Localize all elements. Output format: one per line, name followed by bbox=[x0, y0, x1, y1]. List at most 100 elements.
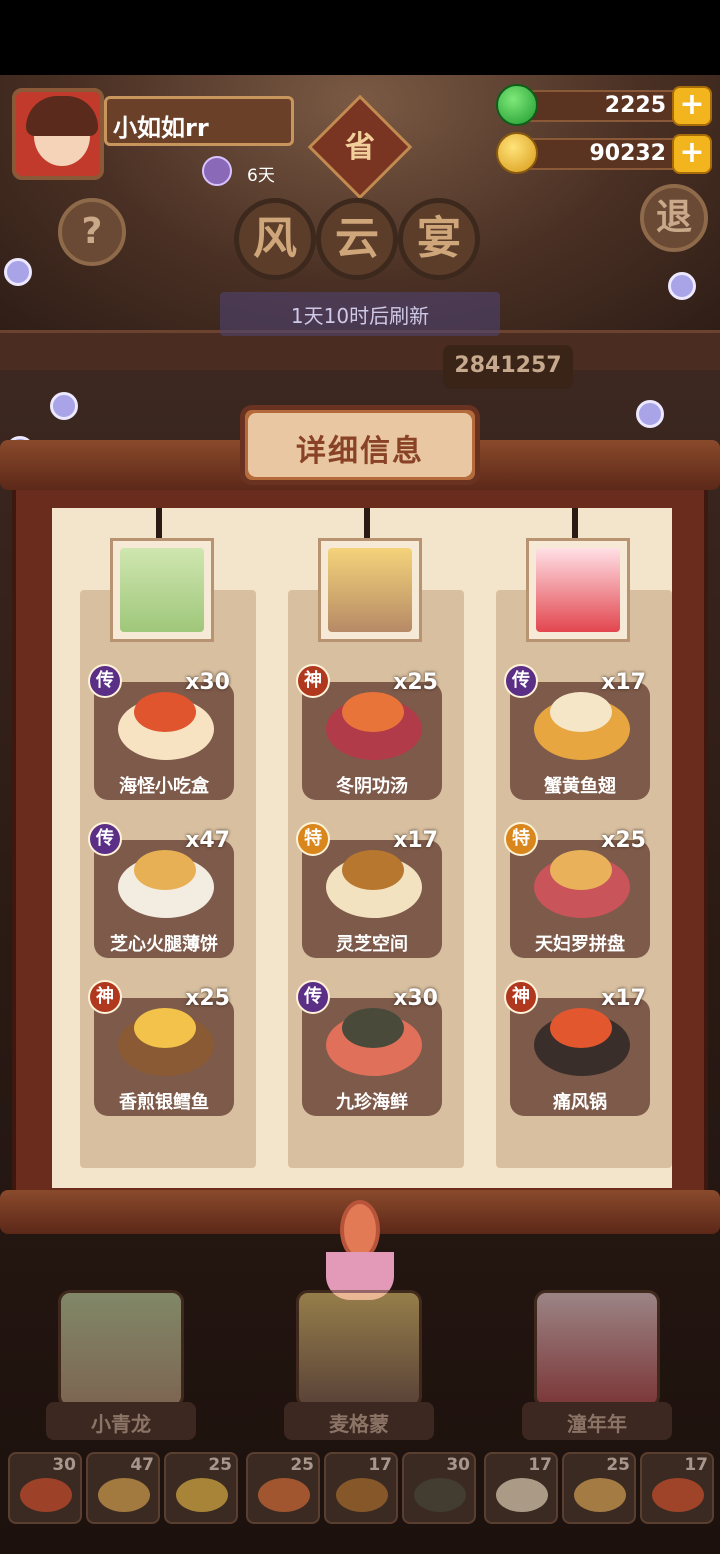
event-title-char: 云 bbox=[316, 198, 398, 280]
slot-count: 17 bbox=[368, 1455, 392, 1475]
jade-amount: 2225 bbox=[604, 93, 666, 118]
dish-name: 天妇罗拼盘 bbox=[535, 934, 625, 955]
grade-badge: 神 bbox=[296, 664, 330, 698]
character-portrait bbox=[318, 538, 422, 642]
dish-icon bbox=[550, 850, 612, 890]
help-button[interactable]: ? bbox=[58, 198, 126, 266]
dish-count: x47 bbox=[185, 828, 230, 853]
dish-icon bbox=[550, 1008, 612, 1048]
dish-name: 灵芝空间 bbox=[336, 934, 408, 955]
dish-icon bbox=[98, 1478, 150, 1512]
dish-icon bbox=[336, 1478, 388, 1512]
dish-card[interactable]: 传 x47 芝心火腿薄饼 bbox=[88, 822, 234, 958]
slot-count: 25 bbox=[208, 1455, 232, 1475]
dish-slot[interactable]: 25 bbox=[562, 1452, 636, 1524]
dish-slot[interactable]: 17 bbox=[324, 1452, 398, 1524]
dish-card[interactable]: 神 x17 痛风锅 bbox=[504, 980, 650, 1116]
dish-slot[interactable]: 17 bbox=[484, 1452, 558, 1524]
dish-name: 蟹黄鱼翅 bbox=[544, 776, 616, 797]
dish-card[interactable]: 特 x17 灵芝空间 bbox=[296, 822, 442, 958]
dish-name: 九珍海鲜 bbox=[336, 1092, 408, 1113]
add-coin-button[interactable]: + bbox=[672, 134, 712, 174]
province-label: 省 bbox=[345, 130, 375, 165]
character-name: 麦格蒙 bbox=[329, 1412, 389, 1436]
slot-count: 47 bbox=[130, 1455, 154, 1475]
jade-currency: 2225 + bbox=[496, 84, 712, 126]
slot-count: 30 bbox=[446, 1455, 470, 1475]
dish-count: x17 bbox=[601, 670, 646, 695]
dish-count: x25 bbox=[601, 828, 646, 853]
dish-count: x17 bbox=[393, 828, 438, 853]
flower-decoration bbox=[4, 258, 32, 286]
panel-title: 详细信息 bbox=[296, 434, 424, 469]
dish-icon bbox=[20, 1478, 72, 1512]
dish-slot[interactable]: 25 bbox=[246, 1452, 320, 1524]
character-card[interactable] bbox=[296, 1290, 422, 1408]
dish-icon bbox=[134, 1008, 196, 1048]
flower-decoration bbox=[668, 272, 696, 300]
dish-slot[interactable]: 30 bbox=[402, 1452, 476, 1524]
dish-icon bbox=[342, 692, 404, 732]
slot-count: 17 bbox=[528, 1455, 552, 1475]
player-avatar[interactable] bbox=[12, 88, 104, 180]
dish-name: 海怪小吃盒 bbox=[119, 776, 209, 797]
grade-badge: 神 bbox=[88, 980, 122, 1014]
character-card[interactable] bbox=[534, 1290, 660, 1408]
grade-badge: 传 bbox=[504, 664, 538, 698]
slot-count: 17 bbox=[684, 1455, 708, 1475]
dish-icon bbox=[134, 692, 196, 732]
dish-card[interactable]: 神 x25 冬阴功汤 bbox=[296, 664, 442, 800]
character-card[interactable] bbox=[58, 1290, 184, 1408]
dish-card[interactable]: 传 x17 蟹黄鱼翅 bbox=[504, 664, 650, 800]
character-name: 潼年年 bbox=[567, 1412, 627, 1436]
grade-badge: 传 bbox=[88, 664, 122, 698]
dish-icon bbox=[342, 1008, 404, 1048]
player-name-plate: 小如如rr bbox=[104, 96, 294, 146]
dish-card[interactable]: 传 x30 九珍海鲜 bbox=[296, 980, 442, 1116]
flower-decoration bbox=[636, 400, 664, 428]
dish-count: x17 bbox=[601, 986, 646, 1011]
dish-card[interactable]: 神 x25 香煎银鳕鱼 bbox=[88, 980, 234, 1116]
jade-icon bbox=[496, 84, 538, 126]
dish-card[interactable]: 特 x25 天妇罗拼盘 bbox=[504, 822, 650, 958]
add-jade-button[interactable]: + bbox=[672, 86, 712, 126]
dish-icon bbox=[258, 1478, 310, 1512]
event-title-char: 风 bbox=[234, 198, 316, 280]
player-name: 小如如rr bbox=[113, 114, 209, 142]
streak-icon bbox=[202, 156, 232, 186]
exit-button[interactable]: 退 bbox=[640, 184, 708, 252]
character-portrait bbox=[110, 538, 214, 642]
grade-badge: 特 bbox=[504, 822, 538, 856]
dish-count: x30 bbox=[185, 670, 230, 695]
dish-slot[interactable]: 30 bbox=[8, 1452, 82, 1524]
dish-icon bbox=[414, 1478, 466, 1512]
dish-count: x25 bbox=[393, 670, 438, 695]
dish-name: 芝心火腿薄饼 bbox=[110, 934, 218, 955]
character-name: 小青龙 bbox=[91, 1412, 151, 1436]
grade-badge: 神 bbox=[504, 980, 538, 1014]
knot-clasp bbox=[340, 1200, 380, 1260]
slot-count: 25 bbox=[290, 1455, 314, 1475]
status-bar-area bbox=[0, 0, 720, 75]
grade-badge: 传 bbox=[88, 822, 122, 856]
flower-decoration bbox=[50, 392, 78, 420]
dish-name: 冬阴功汤 bbox=[336, 776, 408, 797]
coin-amount: 90232 bbox=[589, 141, 666, 166]
streak-days: 6天 bbox=[247, 166, 275, 186]
dish-card[interactable]: 传 x30 海怪小吃盒 bbox=[88, 664, 234, 800]
dish-slot[interactable]: 47 bbox=[86, 1452, 160, 1524]
dish-icon bbox=[574, 1478, 626, 1512]
coin-currency: 90232 + bbox=[496, 132, 712, 174]
dish-name: 痛风锅 bbox=[553, 1092, 607, 1113]
coin-icon bbox=[496, 132, 538, 174]
dish-count: x25 bbox=[185, 986, 230, 1011]
pavilion-beam bbox=[0, 330, 720, 370]
dish-slot[interactable]: 25 bbox=[164, 1452, 238, 1524]
dish-slot[interactable]: 17 bbox=[640, 1452, 714, 1524]
dish-name: 香煎银鳕鱼 bbox=[119, 1092, 209, 1113]
dish-icon bbox=[652, 1478, 704, 1512]
dish-icon bbox=[342, 850, 404, 890]
dish-icon bbox=[176, 1478, 228, 1512]
grade-badge: 特 bbox=[296, 822, 330, 856]
dish-icon bbox=[134, 850, 196, 890]
